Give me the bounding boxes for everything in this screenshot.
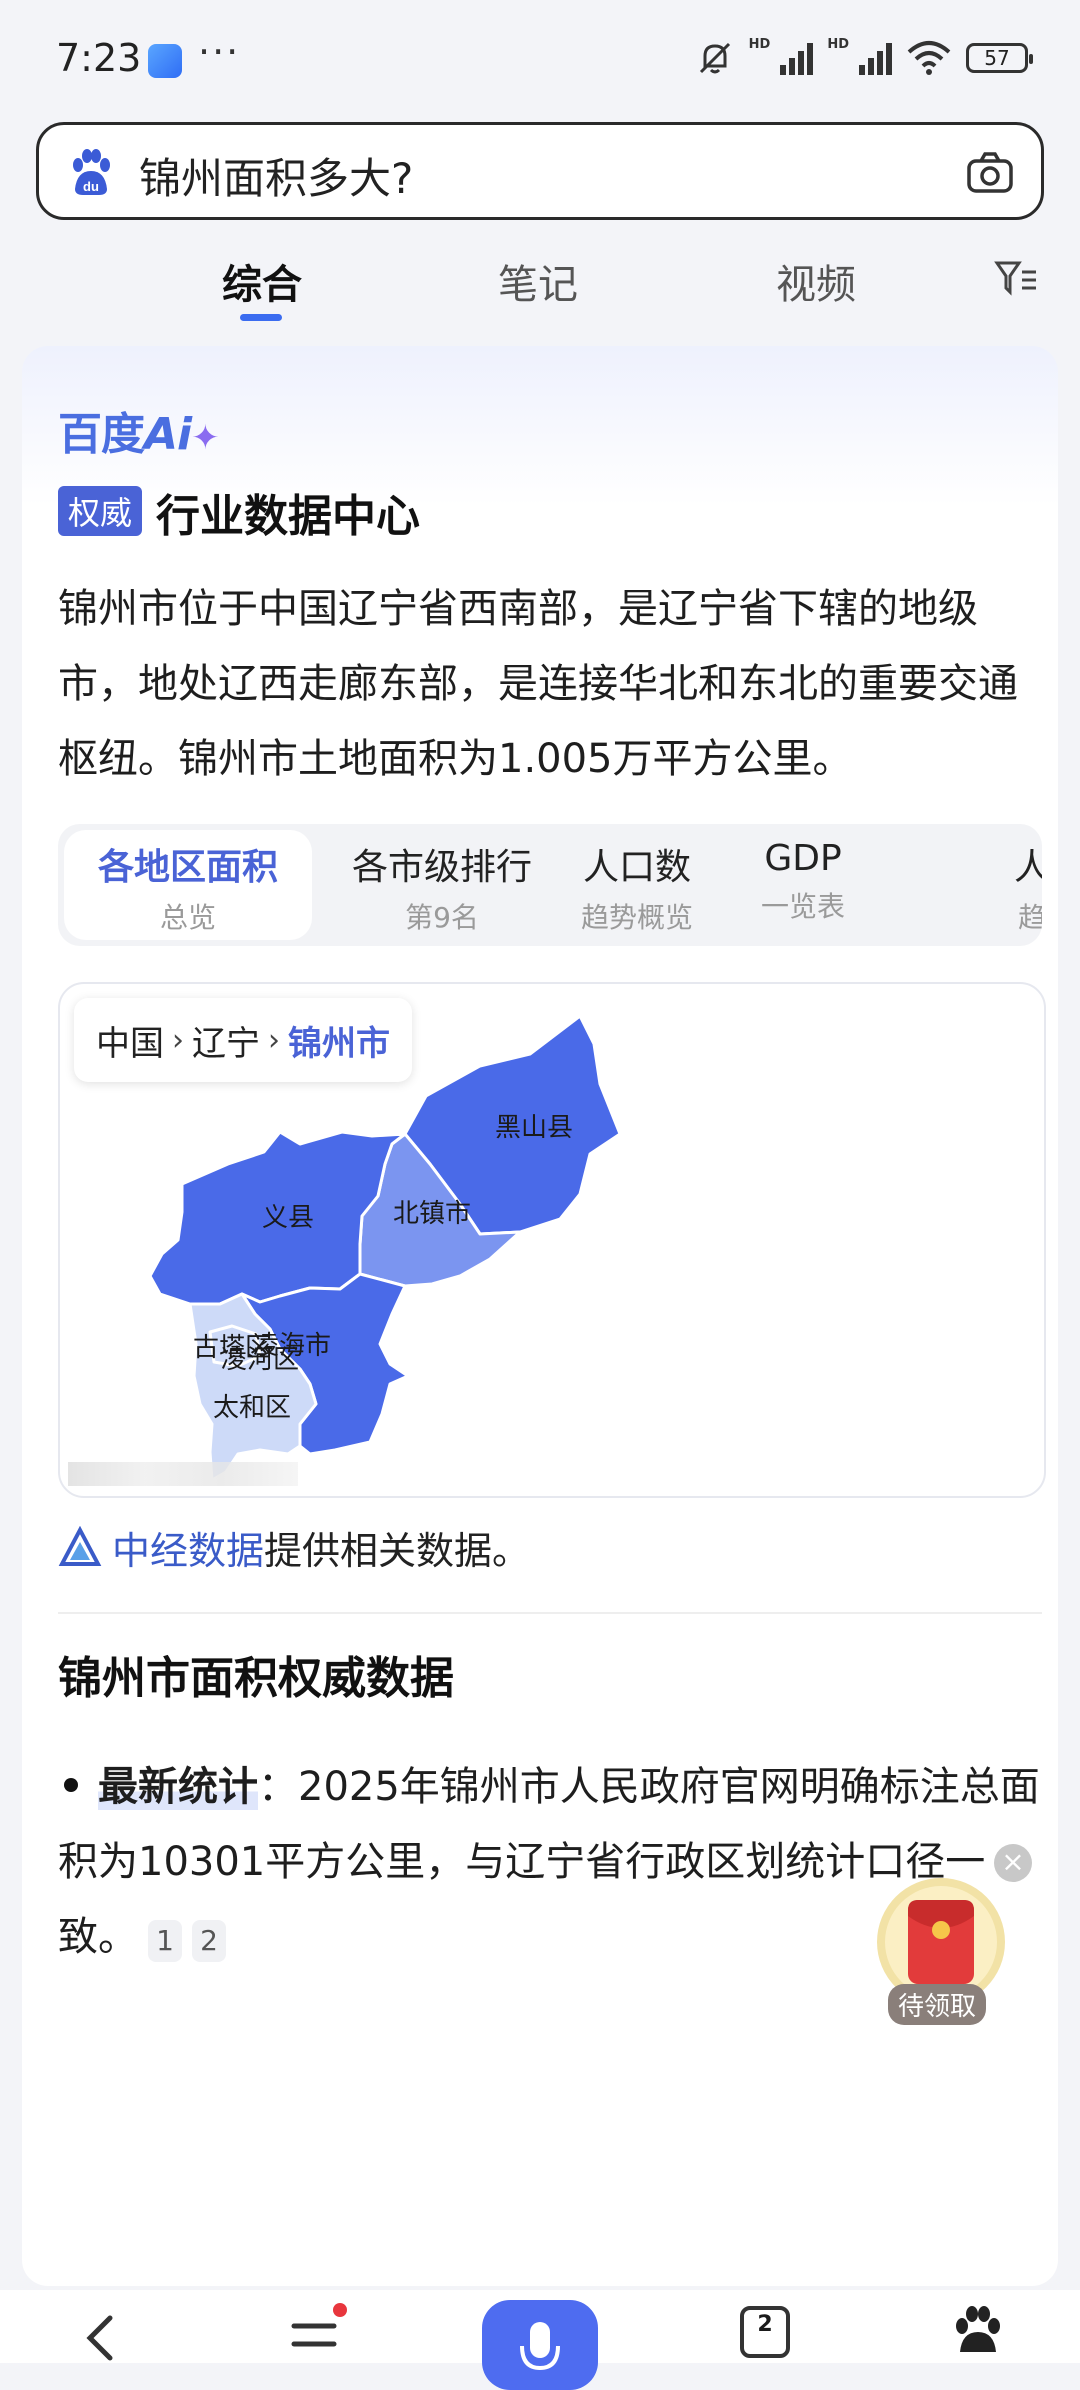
baidu-home-icon[interactable] [950, 2304, 1006, 2362]
more-notifications-icon: ··· [198, 30, 241, 74]
citation-2[interactable]: 2 [192, 1920, 226, 1962]
tab-comprehensive[interactable]: 综合 [222, 252, 302, 310]
voice-search-button[interactable] [482, 2300, 598, 2390]
menu-icon[interactable] [288, 2300, 348, 2362]
tab-notes[interactable]: 笔记 [498, 252, 578, 310]
signal-icon [780, 41, 814, 75]
map-label-beizhen: 北镇市 [393, 1198, 471, 1228]
breadcrumb-country[interactable]: 中国 [96, 1016, 164, 1065]
logo-ai: Ai [144, 409, 192, 460]
active-tab-indicator [240, 314, 282, 321]
tab-region-area[interactable]: 各地区面积 总览 [64, 830, 312, 940]
section-title: 锦州市面积权威数据 [58, 1653, 454, 1704]
search-input[interactable]: 锦州面积多大? [139, 145, 413, 206]
breadcrumb-city: 锦州市 [288, 1023, 390, 1064]
tab-title: 各地区面积 [97, 847, 278, 888]
wifi-icon [907, 41, 951, 75]
map-label-heishan: 黑山县 [495, 1112, 573, 1142]
tab-videos[interactable]: 视频 [776, 252, 856, 310]
tab-subtitle: 趋 [1017, 901, 1042, 934]
area-map[interactable]: 中国 › 辽宁 › 锦州市 黑山县 义县 北镇市 凌海市 古塔区 凌河区 太和区 [58, 982, 1046, 1498]
data-category-tabs: 各地区面积 总览 各市级排行 第9名 人口数 趋势概览 GDP 一览表 人 趋 [58, 824, 1042, 946]
data-center-title[interactable]: 行业数据中心 [156, 480, 420, 544]
map-label-yixian: 义县 [262, 1202, 314, 1232]
hd-icon: HD [748, 36, 771, 52]
sparkle-icon: ✦ [191, 418, 219, 458]
data-source-line: 中经数据 提供相关数据。 [58, 1520, 530, 1575]
map-watermark [68, 1462, 298, 1486]
svg-text:du: du [83, 179, 99, 194]
bullet-dot [64, 1778, 78, 1792]
tab-city-ranking[interactable]: 各市级排行 第9名 [342, 824, 542, 946]
zhongjing-logo-icon [58, 1525, 102, 1566]
divider [58, 1612, 1042, 1614]
red-packet-label[interactable]: 待领取 [888, 1984, 987, 2025]
hd-icon: HD [827, 36, 849, 52]
authority-badge: 权威 [58, 486, 143, 536]
data-source-link[interactable]: 中经数据 [112, 1520, 264, 1575]
citation-1[interactable]: 1 [148, 1920, 182, 1962]
tab-gdp[interactable]: GDP 一览表 [748, 824, 858, 946]
summary-text: 锦州市位于中国辽宁省西南部，是辽宁省下辖的地级市，地处辽西走廊东部，是连接华北和… [58, 586, 1018, 782]
tab-subtitle: 总览 [159, 901, 216, 934]
map-label-linghe: 凌河区 [221, 1344, 299, 1374]
tabs-count: 2 [757, 2312, 773, 2337]
status-time: 7:23 [56, 36, 142, 80]
app-notification-icon [148, 44, 182, 78]
status-icons: HD HD 57 [695, 36, 1033, 78]
signal-icon [859, 41, 892, 75]
bottom-navigation: 2 [0, 2290, 1080, 2390]
tab-population[interactable]: 人口数 趋势概览 [562, 824, 712, 946]
tab-title: GDP [764, 838, 842, 879]
data-source-suffix: 提供相关数据。 [264, 1529, 531, 1573]
tab-more-partial[interactable]: 人 趋 [1002, 824, 1042, 946]
result-tabs: 综合 笔记 视频 [0, 240, 1080, 330]
breadcrumb-separator: › [268, 1022, 280, 1058]
breadcrumb-province[interactable]: 辽宁 [192, 1016, 260, 1065]
baidu-paw-icon: du [73, 149, 110, 195]
battery-level: 57 [984, 46, 1010, 70]
microphone-icon [520, 2322, 560, 2371]
mute-bell-icon [699, 42, 730, 74]
search-bar[interactable]: du 锦州面积多大? [36, 122, 1044, 220]
baidu-ai-logo: 百度Ai✦ [58, 398, 220, 462]
status-bar: 7:23 ··· HD HD 57 [0, 0, 1080, 118]
back-icon[interactable] [80, 2312, 120, 2362]
tab-title: 人 [1013, 847, 1042, 888]
tab-subtitle: 一览表 [760, 890, 845, 923]
camera-icon[interactable] [965, 149, 1015, 197]
bullet-label: 最新统计 [98, 1764, 258, 1810]
map-breadcrumb: 中国 › 辽宁 › 锦州市 [74, 998, 412, 1082]
filter-icon[interactable] [994, 258, 1038, 298]
map-label-taihe: 太和区 [213, 1392, 291, 1422]
battery-icon: 57 [966, 43, 1033, 73]
tabs-count-icon[interactable]: 2 [740, 2306, 790, 2358]
tab-subtitle: 第9名 [405, 901, 479, 934]
breadcrumb-separator: › [172, 1022, 184, 1058]
logo-text: 百度 [58, 409, 145, 460]
tab-title: 人口数 [582, 847, 691, 888]
tab-title: 各市级排行 [351, 847, 532, 888]
tab-subtitle: 趋势概览 [580, 901, 693, 934]
